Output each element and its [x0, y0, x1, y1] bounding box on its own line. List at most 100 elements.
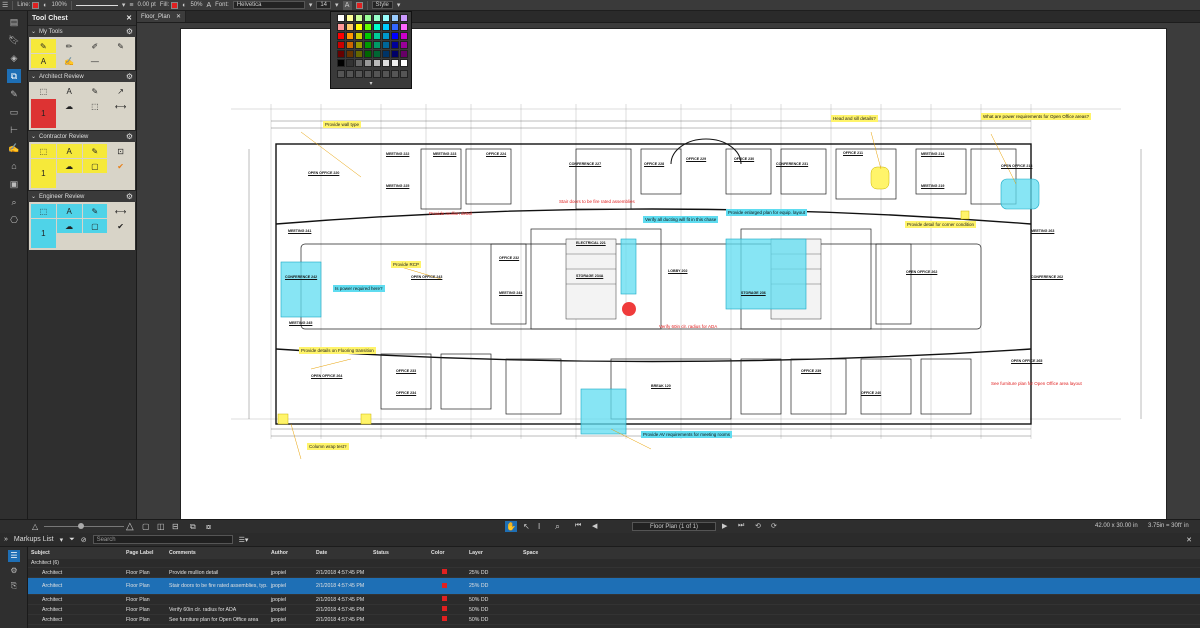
line-tool-icon[interactable]: —	[83, 54, 108, 68]
callout-tool-icon[interactable]: ⬚	[31, 84, 56, 98]
stamp-tool-icon[interactable]: 1	[31, 219, 56, 248]
stamp-tool-icon[interactable]: 1	[31, 99, 56, 128]
column-header-subject[interactable]: Subject	[28, 550, 123, 556]
text-style-icon[interactable]: A	[342, 0, 352, 10]
pan-tool-icon[interactable]: ✋	[505, 521, 517, 532]
color-swatch[interactable]	[373, 41, 381, 49]
annotation-duct[interactable]: Verify all ducting will fit in this chas…	[643, 216, 719, 223]
tool-chest-icon[interactable]: ⧉	[7, 69, 21, 83]
fill-color-control[interactable]: Fill:	[160, 1, 179, 10]
marker-tool-icon[interactable]: ✎	[108, 39, 133, 53]
floor-plan-sheet[interactable]: Provide wall type Head and sill details?…	[180, 28, 1167, 520]
gear-icon[interactable]: ⚙	[126, 72, 133, 81]
document-canvas[interactable]: Floor_Plan ✕ Provide wall type Head and …	[137, 11, 1200, 520]
tool-section-contractor-review[interactable]: ⌄ Contractor Review ⚙	[28, 130, 136, 142]
color-swatch[interactable]	[382, 14, 390, 22]
stamp-tool-icon[interactable]: 1	[31, 159, 56, 188]
annotation-mullion[interactable]: Provide mullion detail	[429, 211, 472, 216]
recent-color[interactable]	[346, 70, 354, 78]
color-swatch[interactable]	[337, 50, 345, 58]
gear-icon[interactable]: ⚙	[126, 27, 133, 36]
last-page-icon[interactable]: ⏭	[738, 522, 744, 530]
tool-section-my-tools[interactable]: ⌄ My Tools ⚙	[28, 25, 136, 37]
signature-tool-icon[interactable]: ✍	[57, 54, 82, 68]
layers-icon[interactable]: ◈	[7, 51, 21, 65]
recent-color[interactable]	[355, 70, 363, 78]
back-icon[interactable]: ⟲	[755, 522, 761, 530]
annotation-ada-radius[interactable]: Verify 60in clr. radius for ADA	[659, 324, 717, 329]
chevron-down-icon[interactable]: ▾	[333, 80, 409, 87]
color-swatch[interactable]	[391, 41, 399, 49]
dimension-tool-icon[interactable]: ⟷	[108, 204, 133, 218]
color-swatch[interactable]	[364, 59, 372, 67]
page-indicator[interactable]: Floor Plan (1 of 1)	[632, 522, 716, 531]
fill-color-swatch[interactable]	[171, 1, 179, 9]
properties-icon[interactable]: ⚙	[8, 565, 20, 577]
color-swatch[interactable]	[364, 41, 372, 49]
line-style-select[interactable]	[75, 4, 118, 6]
color-swatch[interactable]	[355, 14, 363, 22]
annotation-furniture[interactable]: See furniture plan for Open Office area …	[991, 381, 1082, 386]
zoom-slider-handle[interactable]	[78, 523, 84, 529]
color-swatch[interactable]	[355, 50, 363, 58]
next-page-icon[interactable]: ▶	[722, 522, 727, 530]
color-swatch[interactable]	[364, 14, 372, 22]
tool-section-engineer-review[interactable]: ⌄ Engineer Review ⚙	[28, 190, 136, 202]
color-swatch[interactable]	[382, 50, 390, 58]
color-swatch[interactable]	[364, 50, 372, 58]
table-row[interactable]: Architect Floor Plan Provide mullion det…	[28, 568, 1200, 578]
callout-tool-icon[interactable]: ⬚	[83, 99, 108, 113]
chevron-down-icon[interactable]: ▾	[309, 1, 313, 10]
split-horizontal-icon[interactable]: ⊟	[172, 522, 179, 531]
annotation-wall-type[interactable]: Provide wall type	[323, 121, 362, 128]
zoom-tool-icon[interactable]: ⌕	[555, 521, 560, 532]
font-family-select[interactable]: Helvetica	[232, 1, 305, 9]
highlighter-tool-icon[interactable]: ✏	[57, 39, 82, 53]
recent-color[interactable]	[382, 70, 390, 78]
links-icon[interactable]: ⎔	[7, 213, 21, 227]
color-swatch[interactable]	[373, 50, 381, 58]
line-color-swatch[interactable]	[32, 1, 40, 9]
recent-color[interactable]	[337, 70, 345, 78]
callout-tool-icon[interactable]: ✎	[31, 39, 56, 53]
color-swatch[interactable]	[400, 41, 408, 49]
page-scale[interactable]: 3.75in = 30ft' in	[1148, 523, 1189, 529]
cloud-tool-icon[interactable]: ☁	[56, 219, 82, 233]
color-swatch[interactable]	[400, 32, 408, 40]
color-swatch[interactable]	[364, 32, 372, 40]
color-swatch[interactable]	[400, 59, 408, 67]
close-icon[interactable]: ✕	[1186, 536, 1192, 544]
annotation-av-requirements[interactable]: Provide AV requirements for meeting room…	[641, 431, 732, 438]
color-swatch[interactable]	[346, 50, 354, 58]
color-swatch[interactable]	[337, 23, 345, 31]
forward-icon[interactable]: ⟳	[771, 522, 777, 530]
markups-search-input[interactable]: Search	[92, 535, 233, 544]
color-swatch[interactable]	[391, 14, 399, 22]
color-swatch[interactable]	[346, 41, 354, 49]
bookmarks-icon[interactable]: 🔖︎	[7, 33, 21, 47]
annotation-corner-condition[interactable]: Provide detail for corner condition	[905, 221, 977, 228]
table-row[interactable]: Architect Floor Plan See furniture plan …	[28, 615, 1200, 625]
color-swatch[interactable]	[391, 50, 399, 58]
color-swatch[interactable]	[400, 23, 408, 31]
compare-icon[interactable]: ⧇	[206, 522, 211, 532]
color-swatch[interactable]	[337, 41, 345, 49]
column-header-status[interactable]: Status	[370, 550, 428, 556]
zoom-slider[interactable]	[44, 526, 124, 527]
measurements-icon[interactable]: ⊢	[7, 123, 21, 137]
check-tool-icon[interactable]: ✔	[108, 159, 133, 173]
cloud-tool-icon[interactable]: ☁	[57, 99, 82, 113]
color-swatch[interactable]	[391, 23, 399, 31]
table-row[interactable]: Architect Floor Plan Verify 60in clr. ra…	[28, 605, 1200, 615]
chevron-down-icon[interactable]: ⌄	[31, 133, 36, 140]
pen-tool-icon[interactable]: ✐	[83, 39, 108, 53]
line-width-value[interactable]: 0.00 pt	[138, 2, 156, 8]
annotation-power-here[interactable]: Is power required here?	[333, 285, 385, 292]
column-header-comments[interactable]: Comments	[166, 550, 268, 556]
recent-color[interactable]	[400, 70, 408, 78]
recent-color[interactable]	[373, 70, 381, 78]
color-swatch[interactable]	[355, 41, 363, 49]
color-swatch[interactable]	[337, 14, 345, 22]
callout-tool-icon[interactable]: ⬚	[31, 204, 56, 218]
chevron-down-icon[interactable]: ▾	[122, 1, 126, 10]
